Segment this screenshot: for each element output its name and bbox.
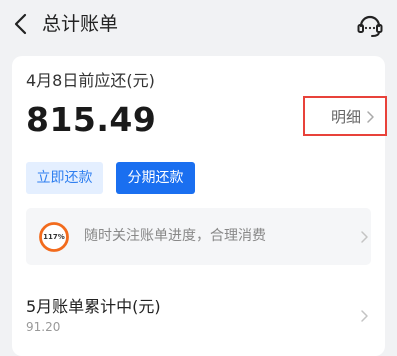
next-bill-amount: 91.20 bbox=[26, 320, 61, 334]
chevron-right-icon bbox=[361, 310, 368, 322]
tip-text: 随时关注账单进度，合理消费 bbox=[84, 228, 266, 244]
repay-now-button[interactable]: 立即还款 bbox=[26, 162, 103, 194]
installment-button[interactable]: 分期还款 bbox=[116, 162, 195, 194]
page-title: 总计账单 bbox=[42, 13, 119, 35]
top-bar: 总计账单 bbox=[0, 0, 397, 48]
next-bill-label: 5月账单累计中(元) bbox=[26, 297, 161, 316]
bill-detail-link[interactable]: 明细 bbox=[303, 96, 387, 136]
due-date-label: 4月8日前应还(元) bbox=[26, 71, 155, 90]
bill-card: 4月8日前应还(元) 815.49 明细 立即还款 分期还款 117% 随时关注… bbox=[12, 56, 387, 356]
progress-ring: 117% bbox=[38, 221, 70, 253]
chevron-right-icon bbox=[361, 231, 368, 243]
back-button[interactable] bbox=[10, 10, 32, 38]
bill-detail-label: 明细 bbox=[331, 108, 362, 126]
headset-icon bbox=[357, 15, 383, 37]
due-amount: 815.49 bbox=[26, 100, 157, 139]
customer-service-button[interactable] bbox=[355, 10, 385, 40]
chevron-left-icon bbox=[14, 13, 27, 35]
progress-percent: 117% bbox=[43, 233, 65, 241]
next-bill-row[interactable]: 5月账单累计中(元) 91.20 bbox=[12, 282, 385, 342]
progress-tip-bar[interactable]: 117% 随时关注账单进度，合理消费 bbox=[26, 208, 371, 265]
chevron-right-icon bbox=[367, 111, 374, 123]
